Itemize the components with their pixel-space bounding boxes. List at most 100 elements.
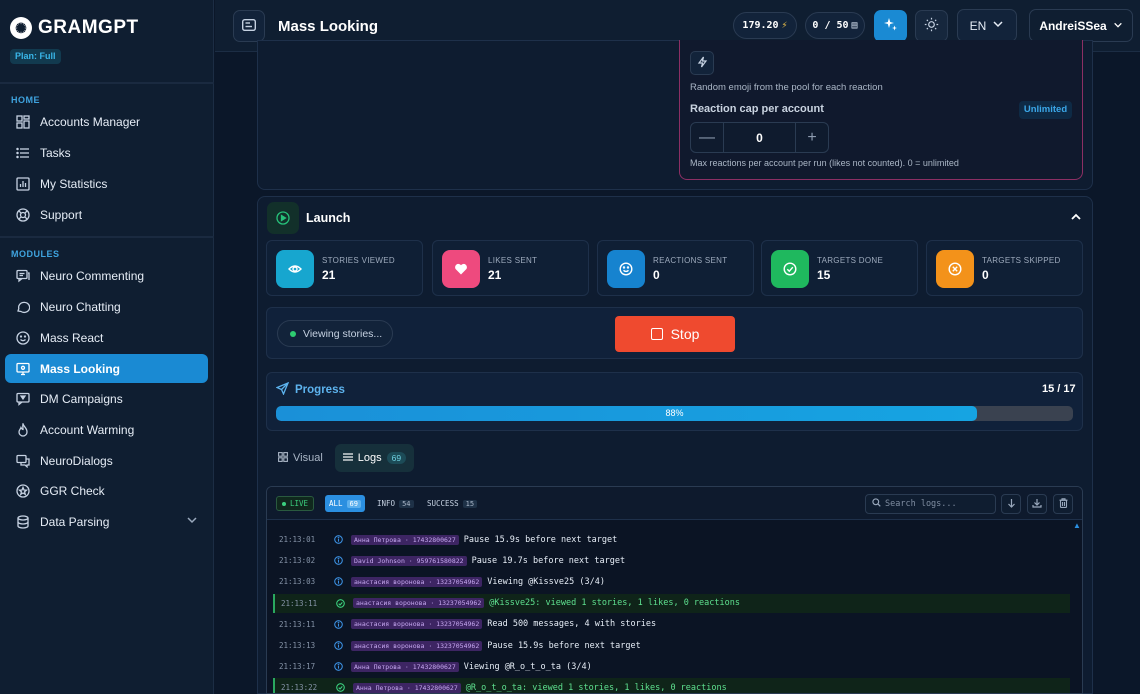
menu-icon bbox=[241, 18, 257, 34]
brand[interactable]: ✺ GRAMGPT bbox=[10, 17, 139, 39]
stat-card-targets-done: TARGETS DONE 15 bbox=[761, 240, 918, 296]
tab-visual[interactable]: Visual bbox=[270, 444, 331, 472]
sidebar-item-label: Mass Looking bbox=[40, 361, 121, 376]
language-select[interactable]: EN bbox=[957, 9, 1017, 42]
log-message: Pause 15.9s before next target bbox=[487, 640, 641, 651]
log-message: @R_o_t_o_ta: viewed 1 stories, 1 likes, … bbox=[465, 682, 727, 693]
user-menu-button[interactable]: AndreiSSea bbox=[1029, 9, 1133, 42]
random-emoji-toggle[interactable] bbox=[690, 51, 714, 75]
filter-success[interactable]: SUCCESS 15 bbox=[423, 495, 481, 512]
chart-icon bbox=[15, 176, 31, 192]
dialogs-icon bbox=[15, 453, 31, 469]
logs-toolbar: LIVE ALL 69 INFO 54 SUCCESS 15 Search lo… bbox=[267, 487, 1082, 520]
stat-value: 21 bbox=[488, 268, 502, 282]
info-icon bbox=[333, 577, 343, 587]
log-account-badge: Анна Петрова · 17432800627 bbox=[351, 534, 459, 545]
sidebar-item-accounts-manager[interactable]: Accounts Manager bbox=[5, 107, 208, 136]
unlimited-badge: Unlimited bbox=[1019, 101, 1072, 119]
progress-title-text: Progress bbox=[295, 384, 345, 396]
grid-icon bbox=[15, 114, 31, 130]
heart-icon bbox=[442, 250, 480, 288]
sidebar-item-label: Neuro Chatting bbox=[40, 299, 121, 314]
progress-count: 15 / 17 bbox=[1042, 383, 1076, 395]
sidebar-divider bbox=[0, 236, 214, 238]
sidebar-item-mass-react[interactable]: Mass React bbox=[5, 323, 208, 352]
download-logs-button[interactable] bbox=[1027, 494, 1047, 514]
launch-title: Launch bbox=[306, 211, 351, 225]
usage-pill[interactable]: 0 / 50 ▤ bbox=[805, 12, 865, 39]
chevron-down-icon[interactable] bbox=[186, 514, 198, 529]
sidebar-item-neuro-chatting[interactable]: Neuro Chatting bbox=[5, 292, 208, 321]
decrement-button[interactable]: — bbox=[691, 123, 723, 152]
card-icon: ▤ bbox=[851, 20, 858, 31]
balance-value: 179.20 bbox=[742, 20, 779, 31]
sidebar-item-neuro-commenting[interactable]: Neuro Commenting bbox=[5, 261, 208, 290]
sidebar-item-tasks[interactable]: Tasks bbox=[5, 138, 208, 167]
section-label-modules: MODULES bbox=[11, 249, 60, 259]
info-icon bbox=[333, 662, 343, 672]
scroll-to-bottom-button[interactable] bbox=[1001, 494, 1021, 514]
info-icon bbox=[333, 641, 343, 651]
sidebar-item-label: Tasks bbox=[40, 145, 71, 160]
sidebar-item-dm-campaigns[interactable]: DM Campaigns bbox=[5, 384, 208, 413]
increment-button[interactable]: + bbox=[796, 123, 828, 152]
run-status-text: Viewing stories... bbox=[303, 327, 383, 340]
reaction-cap-label: Reaction cap per account bbox=[690, 103, 824, 115]
sidebar-divider bbox=[0, 82, 214, 84]
filter-info[interactable]: INFO 54 bbox=[373, 495, 418, 512]
monitor-eye-icon bbox=[15, 361, 31, 377]
sidebar-item-label: Data Parsing bbox=[40, 514, 110, 529]
sidebar-item-label: My Statistics bbox=[40, 176, 108, 191]
log-row: 21:13:22 Анна Петрова · 17432800627 @R_o_t… bbox=[273, 678, 1070, 693]
sidebar-item-account-warming[interactable]: Account Warming bbox=[5, 415, 208, 444]
sidebar-item-label: DM Campaigns bbox=[40, 391, 123, 406]
send-icon bbox=[275, 381, 290, 398]
scrollbar-up-arrow[interactable]: ▲ bbox=[1073, 521, 1081, 530]
trash-icon bbox=[1059, 497, 1068, 511]
chat-bubble-icon bbox=[15, 299, 31, 315]
sun-icon bbox=[924, 17, 939, 35]
log-time: 21:13:11 bbox=[281, 598, 318, 608]
reaction-cap-hint: Max reactions per account per run (likes… bbox=[690, 158, 959, 168]
log-row: 21:13:02 David Johnson · 959761580822 Paus… bbox=[273, 551, 1070, 570]
page-title: Mass Looking bbox=[278, 18, 379, 35]
ai-assistant-button[interactable] bbox=[874, 10, 907, 42]
filter-count: 54 bbox=[399, 499, 414, 508]
sidebar-item-data-parsing[interactable]: Data Parsing bbox=[5, 507, 208, 536]
log-search-input[interactable]: Search logs... bbox=[865, 494, 996, 514]
sidebar-item-my-statistics[interactable]: My Statistics bbox=[5, 169, 208, 198]
theme-toggle-button[interactable] bbox=[915, 10, 948, 42]
logs-panel: LIVE ALL 69 INFO 54 SUCCESS 15 Search lo… bbox=[266, 486, 1083, 694]
tab-label: Logs bbox=[357, 452, 382, 464]
log-row: 21:13:17 Анна Петрова · 17432800627 Viewin… bbox=[273, 657, 1070, 676]
lightning-icon: ⚡ bbox=[781, 20, 788, 31]
sidebar-toggle-button[interactable] bbox=[233, 10, 265, 42]
chevron-down-icon bbox=[1113, 19, 1123, 33]
log-account-badge: Анна Петрова · 17432800627 bbox=[353, 682, 461, 693]
log-account-badge: анастасия воронова · 13237054962 bbox=[351, 640, 483, 651]
sidebar-item-support[interactable]: Support bbox=[5, 200, 208, 229]
check-circle-icon bbox=[335, 598, 345, 608]
run-status: Viewing stories... bbox=[277, 320, 393, 347]
log-time: 21:13:22 bbox=[281, 683, 318, 693]
sidebar-item-neurodialogs[interactable]: NeuroDialogs bbox=[5, 446, 208, 475]
tab-logs[interactable]: Logs 69 bbox=[334, 444, 415, 472]
filter-all[interactable]: ALL 69 bbox=[325, 495, 365, 512]
sidebar-item-mass-looking[interactable]: Mass Looking bbox=[5, 354, 208, 383]
chevron-up-icon[interactable] bbox=[1069, 210, 1083, 227]
sidebar-item-ggr-check[interactable]: GGR Check bbox=[5, 476, 208, 505]
stat-label: STORIES VIEWED bbox=[322, 256, 395, 265]
log-message: Viewing @Kissve25 (3/4) bbox=[487, 576, 605, 587]
stat-value: 21 bbox=[322, 268, 336, 282]
log-row: 21:13:01 Анна Петрова · 17432800627 Pause … bbox=[273, 530, 1070, 549]
balance-pill[interactable]: 179.20 ⚡ bbox=[733, 12, 797, 39]
eye-icon bbox=[276, 250, 314, 288]
filter-label: ALL bbox=[329, 499, 343, 508]
sparkle-icon bbox=[883, 17, 898, 35]
log-account-badge: David Johnson · 959761580822 bbox=[351, 555, 467, 566]
reaction-cap-input[interactable]: 0 bbox=[723, 123, 796, 152]
log-account-badge: Анна Петрова · 17432800627 bbox=[351, 661, 459, 672]
progress-percent: 88% bbox=[665, 408, 684, 418]
stop-button[interactable]: Stop bbox=[615, 316, 735, 352]
clear-logs-button[interactable] bbox=[1053, 494, 1073, 514]
